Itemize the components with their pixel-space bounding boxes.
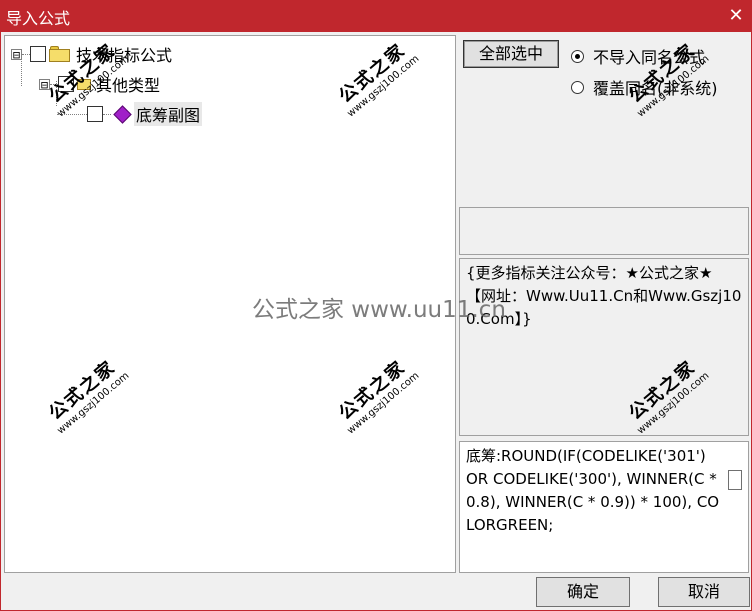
radio-overwrite[interactable]: 覆盖同名(非系统) <box>571 75 718 99</box>
tree-root-label[interactable]: 技术指标公式 <box>74 42 174 66</box>
tree-node-root[interactable]: ⊟ 技术指标公式 <box>11 42 174 66</box>
formula-icon <box>113 104 132 124</box>
tree-node-child[interactable]: ⊟ 其他类型 <box>39 72 162 96</box>
tree-connector <box>103 113 111 115</box>
formula-tree[interactable]: ⊟ 技术指标公式 ⊟ 其他类型 底筹副图 <box>4 35 456 573</box>
collapse-icon[interactable]: ⊟ <box>11 48 22 61</box>
child-checkbox[interactable] <box>58 76 74 92</box>
radio-no-import-label: 不导入同名公式 <box>593 48 706 67</box>
close-icon[interactable]: ✕ <box>720 0 752 32</box>
info-panel: {更多指标关注公众号：★公式之家★ 【网址：Www.Uu11.Cn和Www.Gs… <box>459 258 749 436</box>
leaf-checkbox[interactable] <box>87 106 103 122</box>
root-checkbox[interactable] <box>30 46 46 62</box>
formula-panel[interactable]: 底筹:ROUND(IF(CODELIKE('301') OR CODELIKE(… <box>459 441 749 573</box>
scrollbar-thumb[interactable] <box>728 470 742 490</box>
folder-icon <box>77 78 91 90</box>
import-formula-dialog: ⊟ 技术指标公式 ⊟ 其他类型 底筹副图 全部选中 不导入同名公式 覆盖同名(非… <box>0 32 752 611</box>
status-panel <box>459 207 749 255</box>
formula-text: 底筹:ROUND(IF(CODELIKE('301') OR CODELIKE(… <box>466 447 720 534</box>
tree-connector <box>50 83 58 85</box>
tree-connector <box>22 53 30 55</box>
folder-icon <box>49 46 71 62</box>
window-title: 导入公式 <box>6 9 71 28</box>
radio-no-import-dot[interactable] <box>571 49 584 63</box>
tree-child-label[interactable]: 其他类型 <box>94 72 162 96</box>
select-all-button[interactable]: 全部选中 <box>463 40 559 68</box>
title-bar: 导入公式 ✕ <box>0 0 752 32</box>
radio-overwrite-dot[interactable] <box>571 80 584 94</box>
ok-button[interactable]: 确定 <box>536 577 630 607</box>
collapse-icon[interactable]: ⊟ <box>39 78 50 91</box>
info-text: {更多指标关注公众号：★公式之家★ 【网址：Www.Uu11.Cn和Www.Gs… <box>466 264 742 328</box>
tree-leaf-label[interactable]: 底筹副图 <box>134 102 203 126</box>
tree-connector <box>57 113 87 115</box>
cancel-button[interactable]: 取消 <box>658 577 750 607</box>
radio-no-import[interactable]: 不导入同名公式 <box>571 44 705 68</box>
radio-overwrite-label: 覆盖同名(非系统) <box>593 79 718 98</box>
tree-node-leaf[interactable]: 底筹副图 <box>57 102 203 126</box>
